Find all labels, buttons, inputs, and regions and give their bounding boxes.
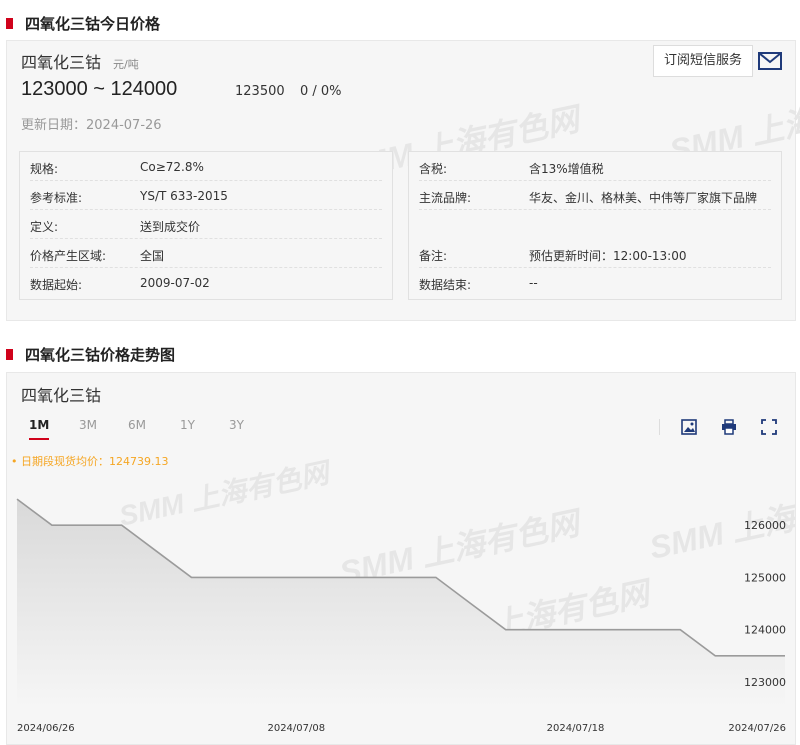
data-point[interactable] xyxy=(189,574,195,580)
spec-label: 定义: xyxy=(30,220,59,234)
product-name: 四氧化三钴 元/吨 xyxy=(21,49,139,73)
price-trend-chart: 123000 124000 125000 126000 2024/06/26 2024/0… xyxy=(14,496,788,734)
spec-row: 规格: Co≥72.8% xyxy=(30,152,382,181)
x-tick-label: 2024/06/26 xyxy=(17,723,75,734)
data-point[interactable] xyxy=(119,522,125,528)
spec-value: 含13%增值税 xyxy=(529,162,604,176)
spec-value: 华友、金川、格林美、中伟等厂家旗下品牌 xyxy=(529,191,758,205)
y-tick-label: 126000 xyxy=(744,519,786,532)
spec-value: -- xyxy=(529,276,538,290)
data-point[interactable] xyxy=(503,627,509,633)
x-tick-label: 2024/07/08 xyxy=(267,723,325,734)
price-range: 123000 ~ 124000 xyxy=(21,78,178,100)
data-point[interactable] xyxy=(747,653,753,659)
data-point[interactable] xyxy=(328,574,334,580)
product-name-text: 四氧化三钴 xyxy=(21,53,102,72)
spec-label: 价格产生区域: xyxy=(30,249,107,263)
spec-value: 送到成交价 xyxy=(140,220,201,234)
data-point[interactable] xyxy=(468,601,474,607)
section-title-price: 四氧化三钴今日价格 xyxy=(6,13,160,34)
spec-label: 规格: xyxy=(30,162,59,176)
x-tick-label: 2024/07/26 xyxy=(728,723,786,734)
spec-row: 数据起始: 2009-07-02 xyxy=(30,268,382,297)
spec-label: 主流品牌: xyxy=(419,191,472,205)
spec-label: 数据结束: xyxy=(419,278,472,292)
y-tick-label: 124000 xyxy=(744,624,786,637)
spec-row: 价格产生区域: 全国 xyxy=(30,239,382,268)
subscribe-sms-button[interactable]: 订阅短信服务 xyxy=(653,45,754,77)
data-point[interactable] xyxy=(433,574,439,580)
data-point[interactable] xyxy=(398,574,404,580)
mail-icon[interactable] xyxy=(758,51,782,71)
price-change: 0 / 0% xyxy=(300,84,342,99)
data-point[interactable] xyxy=(538,627,544,633)
data-point[interactable] xyxy=(712,653,718,659)
y-tick-label: 125000 xyxy=(744,571,786,584)
spec-row: 定义: 送到成交价 xyxy=(30,210,382,239)
average-price: 123500 xyxy=(235,84,285,99)
section-title-text: 四氧化三钴今日价格 xyxy=(25,15,161,33)
data-point[interactable] xyxy=(363,574,369,580)
data-point[interactable] xyxy=(224,574,230,580)
data-point[interactable] xyxy=(573,627,579,633)
data-point[interactable] xyxy=(293,574,299,580)
chart-panel: SMM 上海有色网 SMM 上海有色网 SMM 上海有色网 SMM 上海有色网 … xyxy=(6,372,796,745)
data-point[interactable] xyxy=(49,522,55,528)
data-point[interactable] xyxy=(84,522,90,528)
spec-label: 备注: xyxy=(419,249,448,263)
spec-value: 预估更新时间：12:00-13:00 xyxy=(529,249,687,263)
data-point[interactable] xyxy=(642,627,648,633)
price-area xyxy=(17,499,785,708)
data-point[interactable] xyxy=(258,574,264,580)
spec-table-left: 规格: Co≥72.8% 参考标准: YS/T 633-2015 定义: 送到成交价价格产… xyxy=(19,151,393,300)
spec-value: YS/T 633-2015 xyxy=(140,189,228,203)
spec-row: 含税: 含13%增值税 xyxy=(419,152,771,181)
price-unit: 元/吨 xyxy=(113,58,139,71)
spec-value: 全国 xyxy=(140,249,165,263)
spec-label: 参考标准: xyxy=(30,191,83,205)
x-tick-label: 2024/07/18 xyxy=(547,723,605,734)
price-panel: SMM 上海有色网 SMM 上海有色网 四氧化三钴 元/吨 123000 ~ 12… xyxy=(6,40,800,321)
section-marker xyxy=(6,349,13,360)
data-point[interactable] xyxy=(782,653,788,659)
data-point[interactable] xyxy=(608,627,614,633)
spec-row: 备注: 预估更新时间：12:00-13:00 xyxy=(419,239,771,268)
update-date: 更新日期：2024-07-26 xyxy=(21,118,162,133)
spec-row: 主流品牌: 华友、金川、格林美、中伟等厂家旗下品牌 xyxy=(419,181,771,210)
section-marker xyxy=(6,18,13,29)
data-point[interactable] xyxy=(677,627,683,633)
spec-value: 2009-07-02 xyxy=(140,276,210,290)
spec-row: 参考标准: YS/T 633-2015 xyxy=(30,181,382,210)
spec-row: 数据结束: -- xyxy=(419,268,771,297)
y-tick-label: 123000 xyxy=(744,676,786,689)
data-point[interactable] xyxy=(14,496,20,502)
section-title-text: 四氧化三钴价格走势图 xyxy=(25,346,176,364)
spec-label: 含税: xyxy=(419,162,448,176)
data-point[interactable] xyxy=(154,548,160,554)
section-title-chart: 四氧化三钴价格走势图 xyxy=(6,344,175,365)
spec-value: Co≥72.8% xyxy=(140,160,204,174)
spec-label: 数据起始: xyxy=(30,278,83,292)
spec-table-right: 含税: 含13%增值税主流品牌: 华友、金川、格林美、中伟等厂家旗下品牌备注: 预估更… xyxy=(408,151,782,300)
